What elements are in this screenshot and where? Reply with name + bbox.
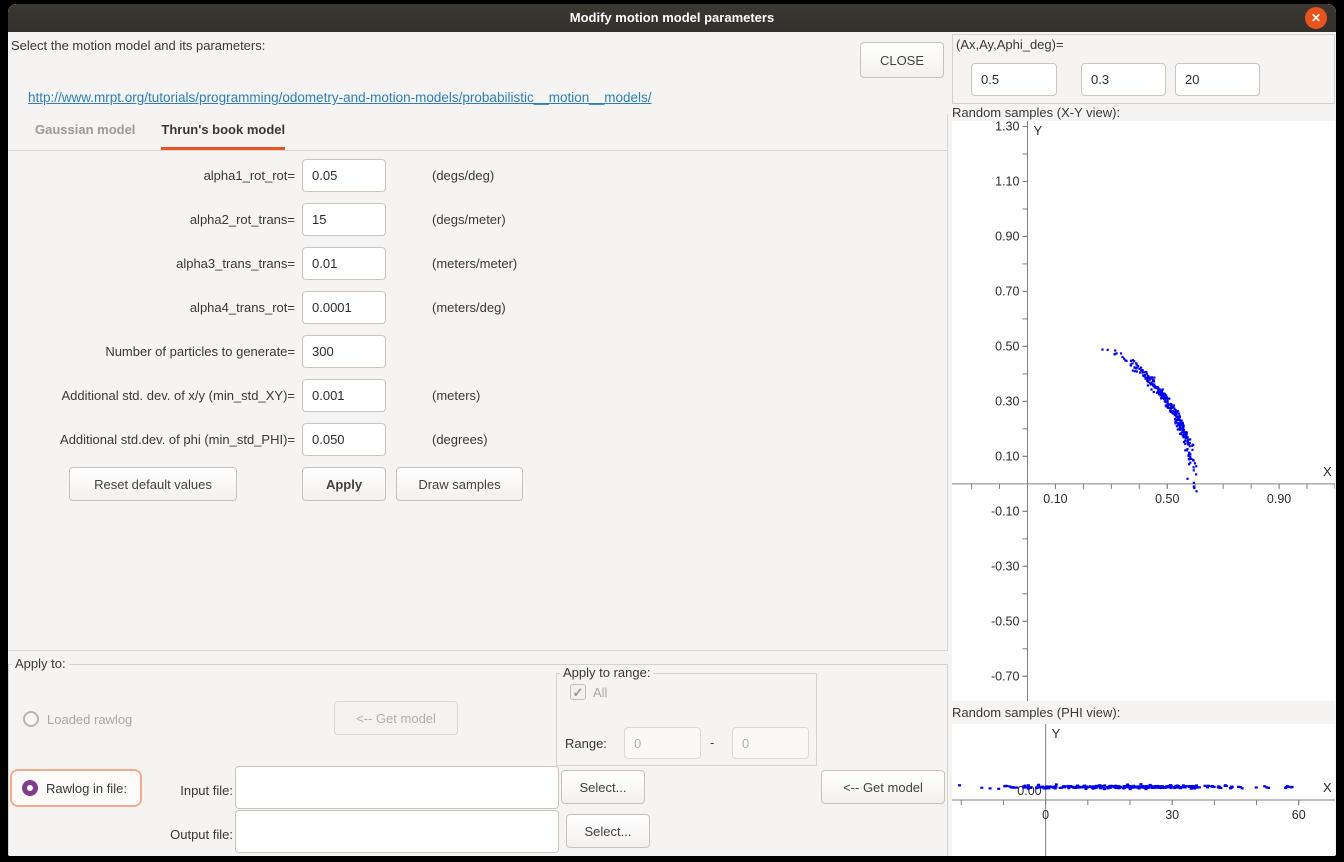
all-checkbox-label: All — [593, 685, 607, 700]
loaded-rawlog-label: Loaded rawlog — [47, 712, 132, 727]
param-unit-alpha3_trans_trans: (meters/meter) — [432, 247, 517, 280]
instruction-text: Select the motion model and its paramete… — [11, 38, 265, 53]
delta-pose-group: (Ax,Ay,Aphi_deg)= — [952, 34, 1335, 104]
svg-text:X: X — [1323, 780, 1332, 795]
svg-text:1.10: 1.10 — [995, 174, 1019, 188]
tab-gaussian-model[interactable]: Gaussian model — [35, 114, 135, 150]
svg-text:0.50: 0.50 — [1155, 492, 1179, 506]
param-input-alpha1_rot_rot[interactable] — [302, 159, 386, 192]
param-input-num_particles[interactable] — [302, 335, 386, 368]
svg-text:0.90: 0.90 — [995, 229, 1019, 243]
titlebar: Modify motion model parameters ✕ — [8, 4, 1336, 32]
svg-text:0: 0 — [1042, 808, 1049, 822]
range-dash: - — [710, 735, 714, 750]
svg-text:60: 60 — [1292, 808, 1306, 822]
apply-to-range-legend: Apply to range: — [560, 665, 653, 680]
rawlog-in-file-radio[interactable] — [22, 780, 38, 796]
svg-text:X: X — [1323, 464, 1332, 479]
tab-thrun-s-book-model[interactable]: Thrun's book model — [161, 114, 285, 150]
svg-text:Y: Y — [1033, 123, 1042, 138]
aphi-input[interactable] — [1175, 63, 1260, 96]
dialog-window: Modify motion model parameters ✕ Select … — [8, 4, 1336, 856]
param-unit-alpha4_trans_rot: (meters/deg) — [432, 291, 506, 324]
get-model-loaded-button[interactable]: <-- Get model — [334, 701, 458, 735]
param-unit-min_std_xy: (meters) — [432, 379, 480, 412]
output-file-label: Output file: — [109, 827, 233, 842]
param-input-alpha4_trans_rot[interactable] — [302, 291, 386, 324]
chart-canvas: 030600.00YX — [952, 724, 1335, 856]
apply-to-legend: Apply to: — [12, 656, 69, 671]
param-label-alpha2_rot_trans: alpha2_rot_trans= — [8, 203, 295, 236]
svg-text:-0.50: -0.50 — [991, 614, 1020, 628]
input-file-field[interactable] — [235, 766, 559, 809]
param-label-min_std_phi: Additional std.dev. of phi (min_std_PHI)… — [8, 423, 295, 456]
svg-text:0.50: 0.50 — [995, 339, 1019, 353]
param-unit-min_std_phi: (degrees) — [432, 423, 488, 456]
delta-pose-label: (Ax,Ay,Aphi_deg)= — [956, 37, 1064, 52]
svg-text:-0.70: -0.70 — [991, 669, 1020, 683]
output-file-field[interactable] — [235, 810, 559, 853]
window-title: Modify motion model parameters — [8, 4, 1336, 32]
param-unit-alpha1_rot_rot: (degs/deg) — [432, 159, 494, 192]
phi-view-title: Random samples (PHI view): — [952, 705, 1120, 720]
get-model-file-button[interactable]: <-- Get model — [821, 770, 945, 804]
svg-text:30: 30 — [1165, 808, 1179, 822]
reset-defaults-button[interactable]: Reset default values — [69, 467, 237, 501]
apply-button[interactable]: Apply — [302, 467, 386, 501]
range-from-input[interactable] — [624, 727, 701, 759]
input-file-label: Input file: — [109, 783, 233, 798]
param-label-alpha3_trans_trans: alpha3_trans_trans= — [8, 247, 295, 280]
select-output-file-button[interactable]: Select... — [566, 814, 650, 848]
check-icon: ✓ — [573, 685, 584, 700]
ax-input[interactable] — [971, 63, 1057, 96]
svg-text:0.10: 0.10 — [1043, 492, 1067, 506]
param-input-alpha2_rot_trans[interactable] — [302, 203, 386, 236]
param-label-alpha1_rot_rot: alpha1_rot_rot= — [8, 159, 295, 192]
svg-text:Y: Y — [1052, 726, 1061, 741]
param-input-alpha3_trans_trans[interactable] — [302, 247, 386, 280]
xy-view-title: Random samples (X-Y view): — [952, 105, 1120, 120]
model-notebook: Gaussian model Thrun's book model alpha1_… — [8, 114, 948, 651]
chart-canvas: 0.10 0.50 0.90 -0.70 -0.50 -0.30 -0.10 0.10 0.30… — [952, 121, 1335, 701]
svg-text:0.30: 0.30 — [995, 394, 1019, 408]
svg-text:-0.30: -0.30 — [991, 559, 1020, 573]
apply-to-group: Apply to: Loaded rawlog <-- Get model Ap… — [8, 664, 948, 856]
svg-text:0.70: 0.70 — [995, 284, 1019, 298]
param-label-alpha4_trans_rot: alpha4_trans_rot= — [8, 291, 295, 324]
svg-text:0.10: 0.10 — [995, 449, 1019, 463]
tab-strip: Gaussian model Thrun's book model — [8, 114, 947, 151]
xy-samples-chart[interactable]: 0.10 0.50 0.90 -0.70 -0.50 -0.30 -0.10 0.10 0.30… — [952, 121, 1335, 701]
range-to-input[interactable] — [732, 727, 809, 759]
ay-input[interactable] — [1081, 63, 1166, 96]
draw-samples-button[interactable]: Draw samples — [396, 467, 523, 501]
param-label-min_std_xy: Additional std. dev. of x/y (min_std_XY)… — [8, 379, 295, 412]
param-input-min_std_xy[interactable] — [302, 379, 386, 412]
loaded-rawlog-radio[interactable] — [23, 711, 39, 727]
param-unit-alpha2_rot_trans: (degs/meter) — [432, 203, 506, 236]
tutorial-link[interactable]: http://www.mrpt.org/tutorials/programmin… — [28, 90, 652, 105]
svg-text:1.30: 1.30 — [995, 121, 1019, 133]
param-input-min_std_phi[interactable] — [302, 423, 386, 456]
close-icon: ✕ — [1311, 11, 1321, 25]
select-input-file-button[interactable]: Select... — [561, 770, 645, 804]
phi-samples-chart[interactable]: 030600.00YX — [952, 724, 1335, 856]
all-checkbox[interactable]: ✓ — [570, 684, 586, 700]
close-dialog-button[interactable]: CLOSE — [860, 42, 944, 78]
param-label-num_particles: Number of particles to generate= — [8, 335, 295, 368]
range-label: Range: — [565, 736, 607, 751]
svg-text:-0.10: -0.10 — [991, 504, 1020, 518]
apply-to-range-group: Apply to range: ✓ All Range: - — [556, 673, 817, 766]
window-close-button[interactable]: ✕ — [1305, 7, 1327, 29]
svg-text:0.90: 0.90 — [1267, 492, 1291, 506]
